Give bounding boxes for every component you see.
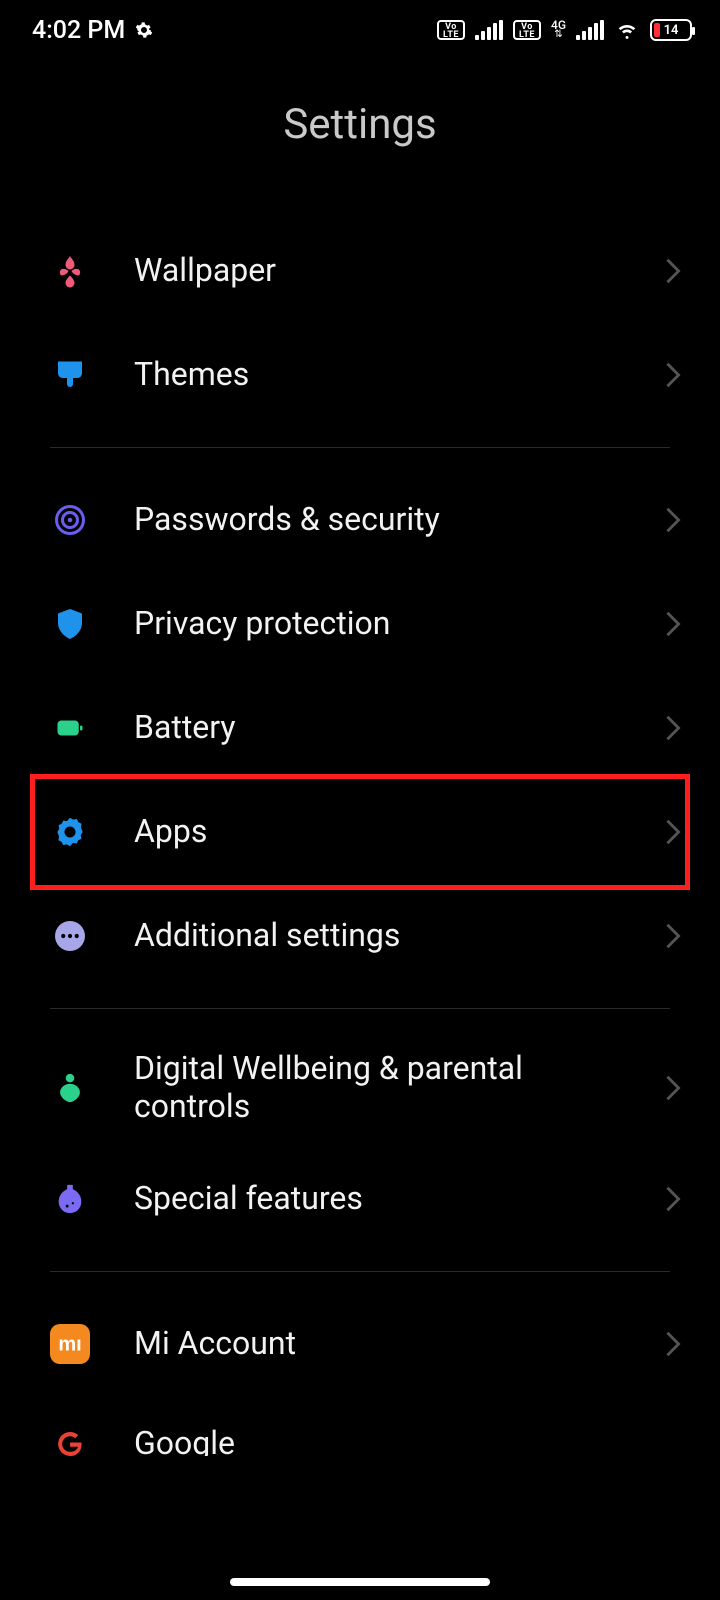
home-indicator[interactable] <box>0 1578 720 1586</box>
more-circle-icon <box>50 916 90 956</box>
wifi-icon <box>614 19 640 41</box>
settings-item-additional-settings[interactable]: Additional settings <box>0 884 720 988</box>
settings-item-apps[interactable]: Apps <box>0 780 720 884</box>
settings-item-privacy-protection[interactable]: Privacy protection <box>0 572 720 676</box>
chevron-right-icon <box>664 610 682 638</box>
divider <box>50 1271 670 1272</box>
status-right: VoLTE VoLTE 4G ⇅ 14 <box>437 19 692 41</box>
settings-item-label: Privacy protection <box>134 605 664 643</box>
chevron-right-icon <box>664 506 682 534</box>
chevron-right-icon <box>664 922 682 950</box>
divider <box>50 447 670 448</box>
paint-brush-icon <box>50 355 90 395</box>
settings-item-google[interactable]: Google <box>0 1396 720 1456</box>
flower-icon <box>50 251 90 291</box>
battery-percent: 14 <box>664 23 679 38</box>
settings-item-label: Mi Account <box>134 1325 664 1363</box>
settings-item-label: Battery <box>134 709 664 747</box>
status-time: 4:02 PM <box>32 16 125 45</box>
fingerprint-icon <box>50 500 90 540</box>
mi-logo-icon: mı <box>50 1324 90 1364</box>
network-type-label: 4G ⇅ <box>551 20 566 40</box>
google-logo-icon <box>50 1424 90 1456</box>
settings-item-battery[interactable]: Battery <box>0 676 720 780</box>
svg-text:mı: mı <box>58 1334 81 1356</box>
settings-item-mi-account[interactable]: mı Mi Account <box>0 1292 720 1396</box>
chevron-right-icon <box>664 714 682 742</box>
divider <box>50 1008 670 1009</box>
settings-item-wallpaper[interactable]: Wallpaper <box>0 219 720 323</box>
settings-list: Wallpaper Themes Passwords & security Pr… <box>0 219 720 1456</box>
chevron-right-icon <box>664 361 682 389</box>
chevron-right-icon <box>664 1185 682 1213</box>
battery-item-icon <box>50 708 90 748</box>
settings-item-label: Themes <box>134 356 664 394</box>
settings-item-label: Google <box>134 1425 682 1456</box>
status-bar: 4:02 PM VoLTE VoLTE 4G ⇅ 14 <box>0 0 720 60</box>
flask-icon <box>50 1179 90 1219</box>
settings-item-label: Digital Wellbeing & parental controls <box>134 1050 664 1126</box>
chevron-right-icon <box>664 257 682 285</box>
shield-icon <box>50 604 90 644</box>
settings-item-special-features[interactable]: Special features <box>0 1147 720 1251</box>
settings-item-digital-wellbeing[interactable]: Digital Wellbeing & parental controls <box>0 1029 720 1147</box>
signal-bars-2-icon <box>576 20 604 40</box>
page-title: Settings <box>0 100 720 149</box>
settings-item-label: Special features <box>134 1180 664 1218</box>
gear-app-icon <box>50 812 90 852</box>
volte-badge-2-icon: VoLTE <box>513 20 541 40</box>
signal-bars-icon <box>475 20 503 40</box>
settings-item-label: Wallpaper <box>134 252 664 290</box>
chevron-right-icon <box>664 1330 682 1358</box>
volte-badge-icon: VoLTE <box>437 20 465 40</box>
chevron-right-icon <box>664 818 682 846</box>
battery-icon: 14 <box>650 19 692 41</box>
gear-icon <box>135 21 153 39</box>
settings-item-label: Apps <box>134 813 664 851</box>
settings-item-label: Passwords & security <box>134 501 664 539</box>
status-left: 4:02 PM <box>32 16 153 45</box>
settings-item-themes[interactable]: Themes <box>0 323 720 427</box>
person-heart-icon <box>50 1068 90 1108</box>
chevron-right-icon <box>664 1074 682 1102</box>
settings-item-passwords-security[interactable]: Passwords & security <box>0 468 720 572</box>
settings-item-label: Additional settings <box>134 917 664 955</box>
